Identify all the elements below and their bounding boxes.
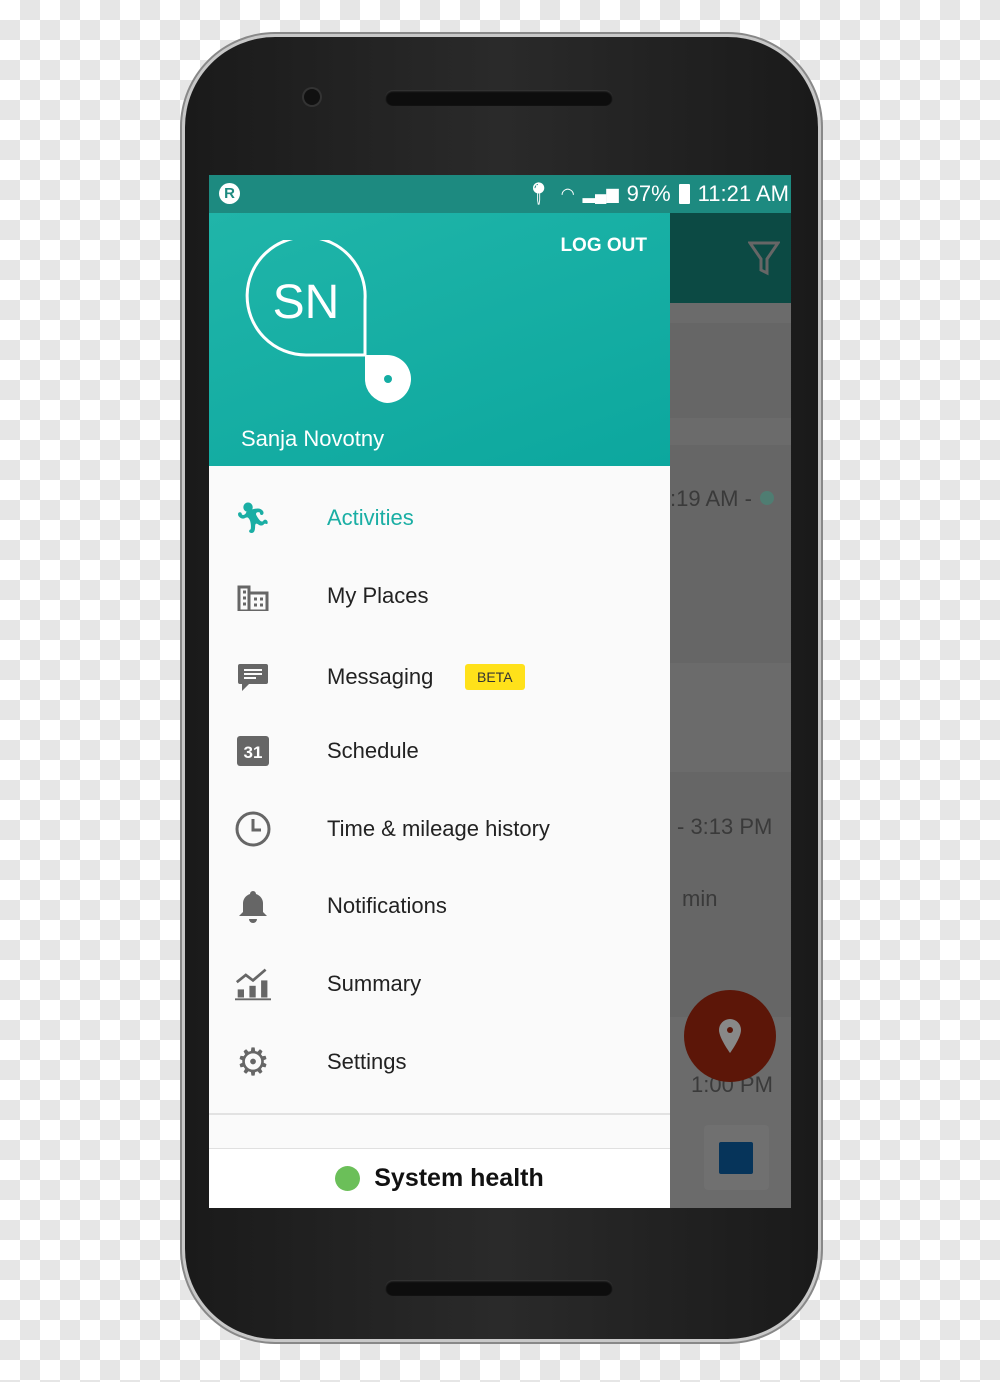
beta-badge: BETA [465,664,525,690]
map-pin-icon [719,1019,741,1053]
gear-icon: ⚙︎ [235,1041,271,1084]
clock-icon [235,811,271,847]
top-speaker [385,90,613,106]
chat-icon [235,659,271,695]
signal-icon: ▂▄▆ [582,186,619,203]
clock-time: 11:21 AM [697,181,789,206]
menu-item-schedule[interactable]: 31 Schedule [209,721,670,781]
r-logo-icon: R [219,183,240,204]
buildings-icon [235,578,271,614]
calendar-icon: 31 [235,733,271,769]
system-health-button[interactable]: System health [209,1148,670,1208]
location-fab[interactable] [684,990,776,1082]
front-camera [304,89,320,105]
avatar: SN [245,240,411,403]
menu-item-label: Time & mileage history [327,816,550,841]
menu-item-notifications[interactable]: Notifications [209,876,670,936]
menu-item-label: Schedule [327,738,419,763]
logout-button[interactable]: LOG OUT [560,235,647,257]
menu-item-label: Activities [327,505,414,530]
menu-item-messaging[interactable]: Messaging BETA [209,647,670,707]
background-card [670,323,791,418]
menu-item-label: Summary [327,971,422,996]
menu-item-settings[interactable]: ⚙︎ Settings [209,1032,670,1092]
background-text: min [682,886,718,911]
menu-item-summary[interactable]: Summary [209,954,670,1014]
status-bar: R 📍︎ ◠ ▂▄▆ 97% 11:21 AM [209,175,791,213]
location-icon: 📍︎ [524,181,553,206]
battery-icon [678,184,690,204]
user-name: Sanja Novotny [241,426,385,451]
battery-percent: 97% [626,181,671,206]
chart-icon [235,966,271,1002]
menu-item-label: Settings [327,1049,407,1074]
system-health-label: System health [374,1164,544,1192]
menu-item-time-mileage-history[interactable]: Time & mileage history [209,799,670,859]
status-dot [760,491,774,505]
menu-item-label: Notifications [327,893,447,918]
filter-icon [748,241,780,276]
avatar-initials: SN [273,276,340,329]
stop-icon [719,1142,753,1174]
background-text: - 3:13 PM [677,814,773,839]
background-card [670,445,791,663]
background-button [704,1125,769,1190]
navigation-drawer: SN LOG OUT Sanja Novotny 🏃︎ Activities M… [209,213,670,1208]
menu-item-label: My Places [327,583,429,608]
drawer-header: SN LOG OUT Sanja Novotny [209,213,670,466]
background-toolbar [670,213,791,303]
menu-item-label: Messaging [327,664,434,689]
health-status-dot [335,1166,361,1191]
running-icon: 🏃︎ [233,501,273,535]
divider [209,1113,670,1115]
background-text: :19 AM - [670,486,752,511]
bottom-speaker [385,1280,613,1296]
menu-item-activities[interactable]: 🏃︎ Activities [209,488,670,548]
wifi-icon: ◠ [560,186,575,203]
bell-icon [235,888,271,924]
menu-item-my-places[interactable]: My Places [209,566,670,626]
screen: R 📍︎ ◠ ▂▄▆ 97% 11:21 AM :19 AM - - 3:13 … [209,175,791,1208]
